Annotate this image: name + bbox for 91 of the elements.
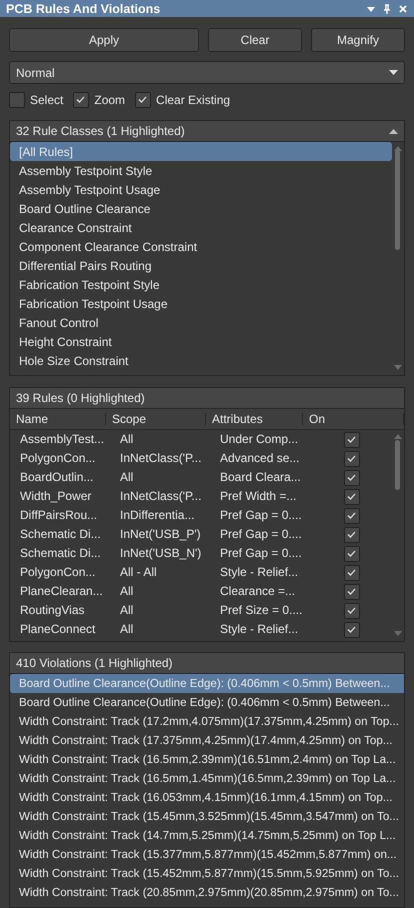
table-cell-text: Width_Power bbox=[19, 488, 92, 505]
violation-item[interactable]: Width Constraint: Track (17.375mm,4.25mm)(17.4mm,4.25mm) on Top... bbox=[10, 731, 404, 750]
table-cell-text: Pref Gap = 0.... bbox=[219, 526, 303, 543]
table-cell-text: BoardOutlin... bbox=[19, 469, 94, 486]
table-cell-text: Pref Size = 0.... bbox=[219, 602, 304, 619]
column-header[interactable]: Name bbox=[10, 413, 106, 425]
table-cell-text: Advanced se... bbox=[219, 450, 300, 467]
rule-class-item[interactable]: Hole Size Constraint bbox=[10, 351, 392, 370]
checkbox[interactable] bbox=[344, 508, 360, 524]
column-header[interactable]: Attributes bbox=[206, 413, 303, 425]
checkbox[interactable] bbox=[9, 92, 25, 108]
window-title: PCB Rules And Violations bbox=[6, 2, 162, 16]
checkbox[interactable] bbox=[73, 92, 90, 108]
violation-item[interactable]: Width Constraint: Track (16.053mm,4.15mm)(16.1mm,4.15mm) on Top... bbox=[10, 788, 404, 807]
rule-class-item[interactable]: Differential Pairs Routing bbox=[10, 256, 392, 275]
rule-class-item[interactable]: Assembly Testpoint Usage bbox=[10, 180, 392, 199]
rule-class-item[interactable]: Component Clearance Constraint bbox=[10, 237, 392, 256]
table-cell-text: Pref Gap = 0.... bbox=[219, 545, 303, 562]
close-icon[interactable] bbox=[398, 4, 408, 14]
collapse-icon[interactable] bbox=[389, 128, 398, 134]
panel-header: 410 Violations (1 Highlighted) bbox=[16, 656, 174, 670]
table-cell-text: PolygonCon... bbox=[19, 450, 96, 467]
table-cell-text: PlaneClearan... bbox=[19, 583, 104, 600]
checkbox-label[interactable]: Select bbox=[30, 93, 64, 107]
pin-icon[interactable] bbox=[382, 4, 392, 14]
checkbox[interactable] bbox=[344, 622, 360, 638]
table-cell-text: InNetClass('P... bbox=[119, 488, 202, 505]
checkbox[interactable] bbox=[344, 526, 360, 542]
table-cell-text: Pref Width =... bbox=[219, 488, 298, 505]
checkbox[interactable] bbox=[344, 488, 360, 504]
table-cell-text: PolygonCon... bbox=[19, 564, 96, 581]
rule-class-item[interactable]: [All Rules] bbox=[10, 142, 392, 161]
table-cell-text: All - All bbox=[119, 564, 158, 581]
action-button[interactable]: Magnify bbox=[311, 28, 405, 52]
checkbox[interactable] bbox=[344, 546, 360, 562]
table-cell-text: Pref Gap = 0.... bbox=[219, 507, 303, 524]
action-button[interactable]: Apply bbox=[9, 28, 199, 52]
action-button[interactable]: Clear bbox=[208, 28, 302, 52]
checkbox[interactable] bbox=[344, 432, 360, 448]
table-cell-text: InDifferentia... bbox=[119, 507, 196, 524]
checkbox[interactable] bbox=[344, 564, 360, 580]
checkbox[interactable] bbox=[344, 584, 360, 600]
violation-item[interactable]: Width Constraint: Track (16.5mm,1.45mm)(16.5mm,2.39mm) on Top La... bbox=[10, 769, 404, 788]
table-cell-text: All bbox=[119, 583, 134, 600]
violation-item[interactable]: Width Constraint: Track (14.7mm,5.25mm)(14.75mm,5.25mm) on Top L... bbox=[10, 826, 404, 845]
violation-item[interactable]: Width Constraint: Track (16.5mm,2.39mm)(16.51mm,2.4mm) on Top La... bbox=[10, 750, 404, 769]
checkbox[interactable] bbox=[344, 470, 360, 486]
rule-class-item[interactable]: Height Constraint bbox=[10, 332, 392, 351]
table-cell-text: Under Comp... bbox=[219, 431, 300, 448]
rule-class-item[interactable]: Fanout Control bbox=[10, 313, 392, 332]
violation-item[interactable]: Width Constraint: Track (20.85mm,2.975mm)(20.85mm,2.975mm) on To... bbox=[10, 883, 404, 902]
table-cell-text: Style - Relief... bbox=[219, 621, 300, 638]
mode-dropdown[interactable]: Normal bbox=[9, 61, 405, 84]
rule-class-item[interactable]: Board Outline Clearance bbox=[10, 199, 392, 218]
checkbox[interactable] bbox=[344, 450, 360, 466]
table-cell-text: All bbox=[119, 469, 134, 486]
violation-item[interactable]: Board Outline Clearance(Outline Edge): (0.406mm < 0.5mm) Between... bbox=[10, 693, 404, 712]
table-cell-text: RoutingVias bbox=[19, 602, 86, 619]
rule-class-item[interactable]: Assembly Testpoint Style bbox=[10, 161, 392, 180]
table-cell-text: Schematic Di... bbox=[19, 526, 102, 543]
scrollbar-thumb[interactable] bbox=[395, 150, 400, 250]
checkbox[interactable] bbox=[135, 92, 152, 108]
table-cell-text: DiffPairsRou... bbox=[19, 507, 98, 524]
table-cell-text: InNetClass('P... bbox=[119, 450, 202, 467]
table-cell-text: All bbox=[119, 431, 134, 448]
checkbox-label[interactable]: Zoom bbox=[94, 93, 126, 107]
panel-header: 39 Rules (0 Highlighted) bbox=[16, 391, 146, 405]
rule-class-item[interactable]: Fabrication Testpoint Style bbox=[10, 275, 392, 294]
table-cell-text: AssemblyTest... bbox=[19, 431, 106, 448]
caret-icon bbox=[389, 70, 398, 75]
column-header[interactable]: On bbox=[303, 413, 404, 425]
table-cell-text: All bbox=[119, 602, 134, 619]
table-cell-text: Style - Relief... bbox=[219, 564, 300, 581]
violation-item[interactable]: Width Constraint: Track (15.377mm,5.877mm)(15.452mm,5.877mm) on... bbox=[10, 845, 404, 864]
rule-class-item[interactable]: Fabrication Testpoint Usage bbox=[10, 294, 392, 313]
checkbox[interactable] bbox=[344, 602, 360, 618]
table-cell-text: InNet('USB_N') bbox=[119, 545, 202, 562]
table-cell-text: InNet('USB_P') bbox=[119, 526, 202, 543]
table-cell-text: All bbox=[119, 621, 134, 638]
table-cell-text: Clearance =... bbox=[219, 583, 296, 600]
violation-item[interactable]: Board Outline Clearance(Outline Edge): (0.406mm < 0.5mm) Between... bbox=[10, 674, 404, 693]
table-cell-text: PlaneConnect bbox=[19, 621, 96, 638]
violation-item[interactable]: Width Constraint: Track (15.45mm,3.525mm)(15.45mm,3.547mm) on To... bbox=[10, 807, 404, 826]
checkbox-label[interactable]: Clear Existing bbox=[156, 93, 230, 107]
panel-header: 32 Rule Classes (1 Highlighted) bbox=[16, 124, 186, 138]
violation-item[interactable]: Width Constraint: Track (17.2mm,4.075mm)(17.375mm,4.25mm) on Top... bbox=[10, 712, 404, 731]
table-cell-text: Board Cleara... bbox=[219, 469, 302, 486]
violation-item[interactable]: Width Constraint: Track (15.452mm,5.877mm)(15.5mm,5.925mm) on To... bbox=[10, 864, 404, 883]
rule-class-item[interactable]: Clearance Constraint bbox=[10, 218, 392, 237]
column-header[interactable]: Scope bbox=[106, 413, 206, 425]
table-cell-text: Schematic Di... bbox=[19, 545, 102, 562]
